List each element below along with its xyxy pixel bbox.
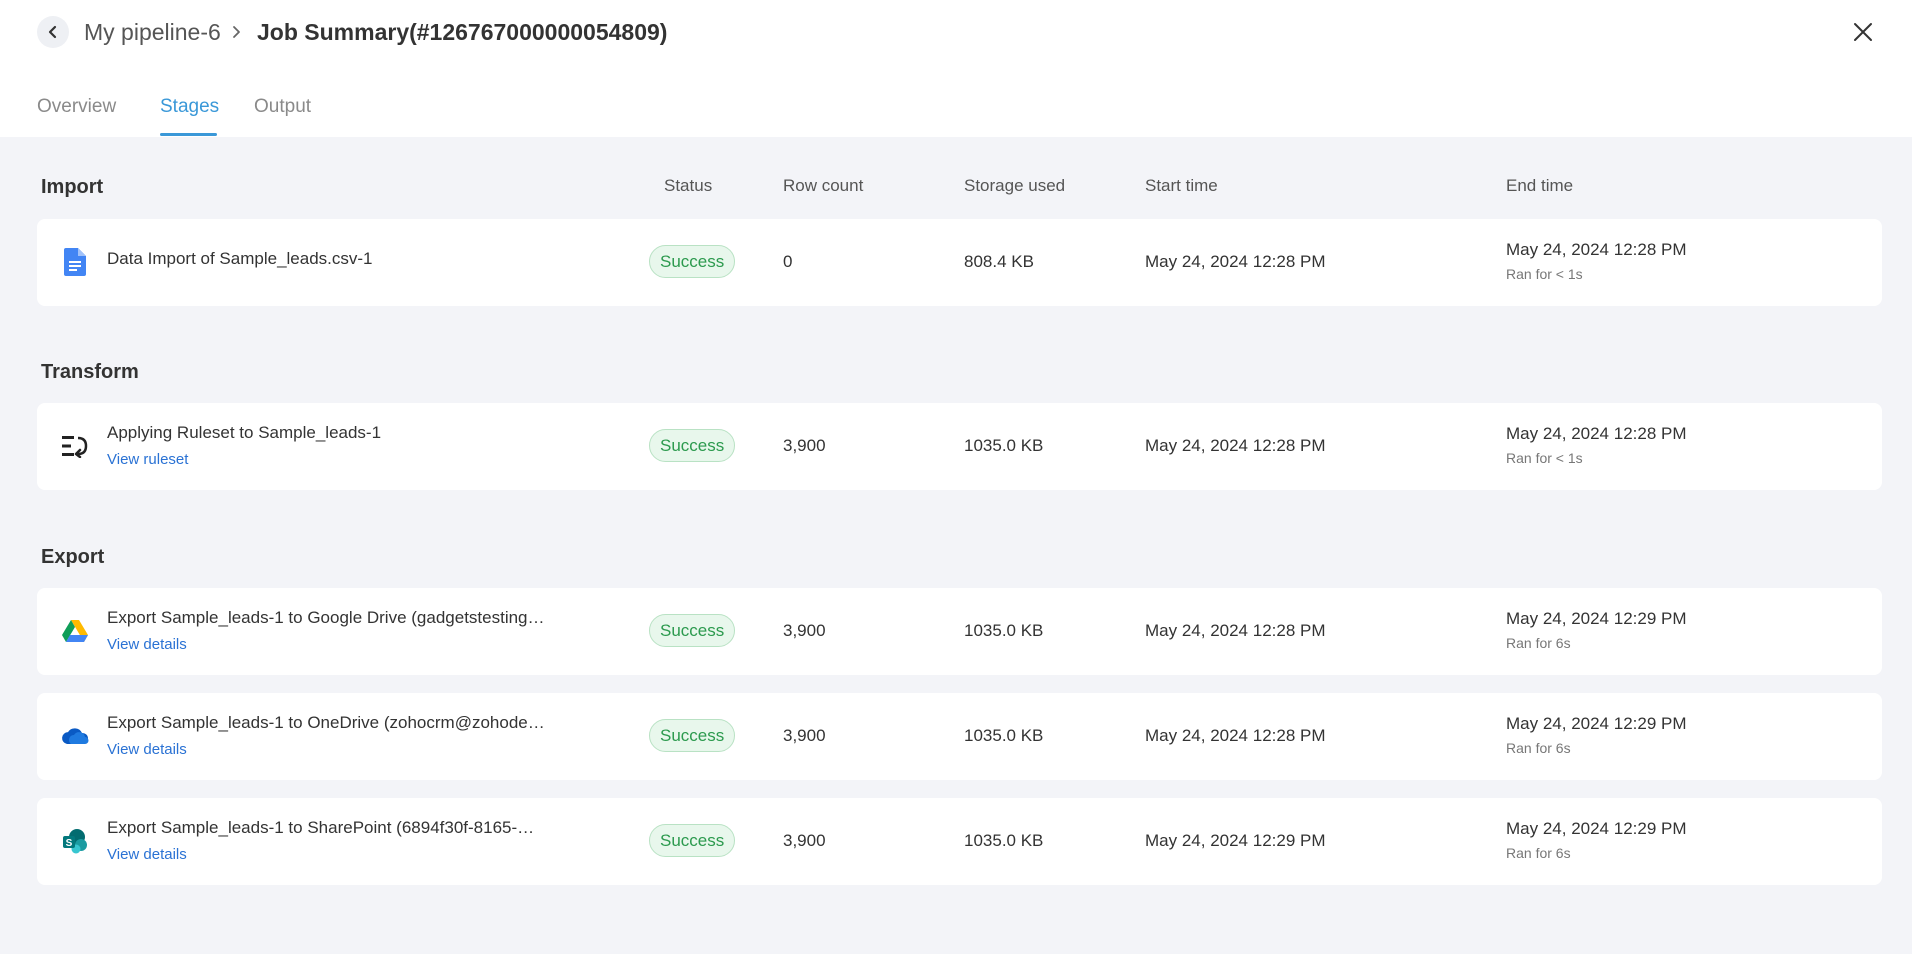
end-time: May 24, 2024 12:29 PM bbox=[1506, 609, 1687, 628]
start-time: May 24, 2024 12:28 PM bbox=[1145, 621, 1326, 640]
close-icon bbox=[1854, 23, 1872, 41]
end-time: May 24, 2024 12:29 PM bbox=[1506, 819, 1687, 838]
stage-card-export-onedrive: Export Sample_leads-1 to OneDrive (zohoc… bbox=[37, 693, 1882, 780]
column-header-start-time: Start time bbox=[1145, 176, 1218, 195]
back-button[interactable] bbox=[37, 16, 69, 48]
start-time: May 24, 2024 12:28 PM bbox=[1145, 252, 1326, 271]
stage-card-import: Data Import of Sample_leads.csv-1 Succes… bbox=[37, 219, 1882, 306]
status-badge: Success bbox=[649, 824, 736, 857]
start-time: May 24, 2024 12:29 PM bbox=[1145, 831, 1326, 850]
document-icon bbox=[61, 248, 89, 276]
column-header-end-time: End time bbox=[1506, 176, 1574, 195]
stage-name: Applying Ruleset to Sample_leads-1 bbox=[107, 423, 382, 442]
page-title: Job Summary(#126767000000054809) bbox=[257, 19, 668, 45]
section-title-export: Export bbox=[41, 546, 105, 568]
status-badge: Success bbox=[649, 614, 736, 647]
start-time: May 24, 2024 12:28 PM bbox=[1145, 726, 1326, 745]
sharepoint-icon: S bbox=[61, 827, 89, 855]
active-tab-indicator bbox=[160, 133, 217, 136]
stage-name: Export Sample_leads-1 to SharePoint (689… bbox=[107, 818, 535, 837]
header-bar: My pipeline-6 Job Summary(#1267670000000… bbox=[0, 0, 1912, 137]
section-title-transform: Transform bbox=[41, 361, 139, 383]
stage-card-export-sharepoint: S Export Sample_leads-1 to SharePoint (6… bbox=[37, 798, 1882, 885]
row-count: 3,900 bbox=[783, 726, 826, 745]
storage-used: 1035.0 KB bbox=[964, 621, 1044, 640]
run-duration: Ran for 6s bbox=[1506, 845, 1571, 861]
storage-used: 1035.0 KB bbox=[964, 436, 1044, 455]
tab-overview[interactable]: Overview bbox=[37, 95, 116, 119]
status-badge: Success bbox=[649, 719, 736, 752]
breadcrumb-pipeline[interactable]: My pipeline-6 bbox=[84, 18, 221, 46]
run-duration: Ran for < 1s bbox=[1506, 450, 1583, 466]
chevron-left-icon bbox=[48, 25, 57, 39]
stage-name: Data Import of Sample_leads.csv-1 bbox=[107, 249, 373, 268]
start-time: May 24, 2024 12:28 PM bbox=[1145, 436, 1326, 455]
close-button[interactable] bbox=[1849, 18, 1877, 46]
column-header-row-count: Row count bbox=[783, 176, 864, 195]
status-badge: Success bbox=[649, 429, 736, 462]
run-duration: Ran for 6s bbox=[1506, 635, 1571, 651]
view-details-link[interactable]: View details bbox=[107, 740, 187, 760]
end-time: May 24, 2024 12:28 PM bbox=[1506, 424, 1687, 443]
end-time: May 24, 2024 12:29 PM bbox=[1506, 714, 1687, 733]
stage-name: Export Sample_leads-1 to OneDrive (zohoc… bbox=[107, 713, 545, 732]
row-count: 3,900 bbox=[783, 436, 826, 455]
storage-used: 1035.0 KB bbox=[964, 831, 1044, 850]
view-details-link[interactable]: View details bbox=[107, 635, 187, 655]
storage-used: 808.4 KB bbox=[964, 252, 1034, 271]
section-title-import: Import bbox=[41, 176, 104, 198]
chevron-right-icon bbox=[232, 21, 246, 43]
run-duration: Ran for 6s bbox=[1506, 740, 1571, 756]
ruleset-icon bbox=[61, 432, 89, 460]
view-details-link[interactable]: View details bbox=[107, 845, 187, 865]
column-header-storage-used: Storage used bbox=[964, 176, 1066, 195]
row-count: 0 bbox=[783, 252, 793, 271]
row-count: 3,900 bbox=[783, 621, 826, 640]
end-time: May 24, 2024 12:28 PM bbox=[1506, 240, 1687, 259]
svg-text:S: S bbox=[66, 838, 73, 849]
tab-output[interactable]: Output bbox=[254, 95, 311, 119]
column-header-status: Status bbox=[664, 176, 713, 195]
stage-card-transform: Applying Ruleset to Sample_leads-1 View … bbox=[37, 403, 1882, 490]
onedrive-icon bbox=[61, 722, 89, 750]
row-count: 3,900 bbox=[783, 831, 826, 850]
stage-card-export-google-drive: Export Sample_leads-1 to Google Drive (g… bbox=[37, 588, 1882, 675]
run-duration: Ran for < 1s bbox=[1506, 266, 1583, 282]
tab-stages[interactable]: Stages bbox=[160, 95, 219, 119]
google-drive-icon bbox=[61, 617, 89, 645]
status-badge: Success bbox=[649, 245, 736, 278]
view-ruleset-link[interactable]: View ruleset bbox=[107, 450, 188, 470]
stage-name: Export Sample_leads-1 to Google Drive (g… bbox=[107, 608, 545, 627]
storage-used: 1035.0 KB bbox=[964, 726, 1044, 745]
